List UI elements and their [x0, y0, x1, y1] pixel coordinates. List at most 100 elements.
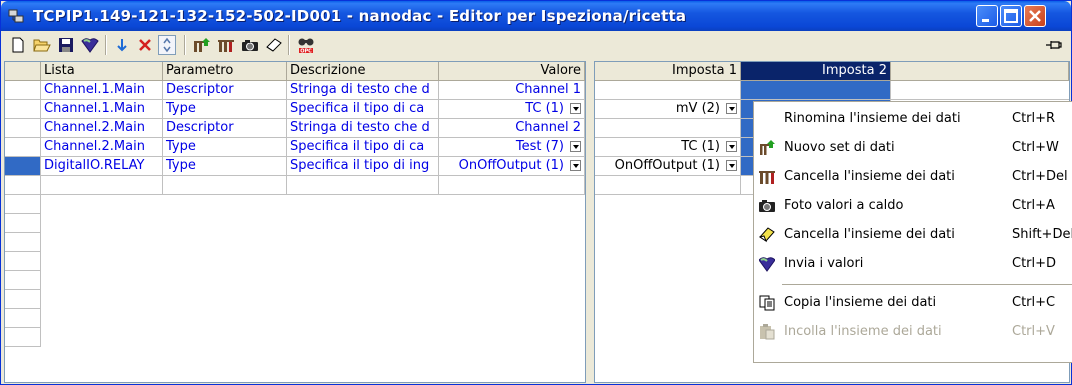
maximize-button[interactable] — [1000, 5, 1022, 27]
send-values-icon[interactable] — [80, 35, 100, 55]
empty-row — [5, 290, 585, 309]
delete-icon[interactable] — [135, 35, 155, 55]
empty-row — [5, 214, 585, 233]
cell-imposta-1[interactable]: TC (1) — [595, 138, 741, 157]
delete-dataset-icon[interactable] — [216, 35, 236, 55]
cell-parametro[interactable]: Descriptor — [163, 119, 287, 138]
menu-item-label: Cancella l'insieme dei dati — [784, 169, 955, 184]
menu-item-shortcut: Ctrl+D — [1012, 256, 1057, 271]
clear-icon[interactable] — [264, 35, 284, 55]
dropdown-arrow-icon[interactable] — [726, 103, 737, 114]
menu-item-shortcut: Ctrl+Del — [1012, 169, 1068, 184]
cell-valore[interactable]: Channel 2 — [439, 119, 585, 138]
menu-item-label: Incolla l'insieme dei dati — [784, 324, 942, 339]
copy-icon — [759, 295, 775, 311]
row-selector[interactable] — [5, 157, 41, 176]
cell-parametro[interactable]: Type — [163, 138, 287, 157]
save-icon[interactable] — [56, 35, 76, 55]
close-button[interactable] — [1024, 5, 1046, 27]
new-icon[interactable] — [8, 35, 28, 55]
camera-icon — [759, 198, 775, 214]
table-row[interactable]: Channel.1.Main Descriptor Stringa di testo… — [5, 81, 585, 100]
column-header-empty — [891, 62, 1069, 81]
column-header-lista[interactable]: Lista — [41, 62, 163, 81]
table-row[interactable]: Channel.2.Main Type Specifica il tipo di c… — [5, 138, 585, 157]
menu-item-1[interactable]: Rinomina l'insieme dei dati Ctrl+R — [754, 106, 1072, 132]
cell-valore[interactable]: TC (1) — [439, 100, 585, 119]
cell-lista[interactable]: DigitalIO.RELAY — [41, 157, 163, 176]
cell-parametro[interactable]: Descriptor — [163, 81, 287, 100]
cell-valore[interactable]: OnOffOutput (1) — [439, 157, 585, 176]
menu-item-3[interactable]: Cancella l'insieme dei dati Ctrl+Del — [754, 164, 1072, 190]
row-selector — [5, 233, 41, 252]
row-selector[interactable] — [5, 138, 41, 157]
column-header-imposta-1[interactable]: Imposta 1 — [595, 62, 741, 81]
cell-parametro[interactable]: Type — [163, 157, 287, 176]
empty-row — [5, 252, 585, 271]
dropdown-arrow-icon[interactable] — [570, 141, 581, 152]
cell-imposta-1[interactable] — [595, 119, 741, 138]
cell-valore[interactable]: Channel 1 — [439, 81, 585, 100]
column-header-imposta-2[interactable]: Imposta 2 — [741, 62, 891, 81]
cell-valore-text: OnOffOutput (1) — [458, 158, 564, 173]
cell-descrizione[interactable]: Specifica il tipo di ca — [287, 138, 439, 157]
menu-item-label: Foto valori a caldo — [784, 198, 904, 213]
table-row[interactable] — [595, 81, 1069, 100]
cell-descrizione[interactable]: Stringa di testo che d — [287, 81, 439, 100]
grid-header: Imposta 1 Imposta 2 — [595, 62, 1069, 81]
cell-lista[interactable]: Channel.1.Main — [41, 81, 163, 100]
empty-row — [5, 176, 585, 195]
title-bar[interactable]: TCPIP1.149-121-132-152-502-ID001 - nanod… — [1, 1, 1071, 31]
cell-imposta-1[interactable]: mV (2) — [595, 100, 741, 119]
cell-imposta-1[interactable] — [595, 81, 741, 100]
minimize-button[interactable] — [976, 5, 998, 27]
delete-dataset-icon — [759, 169, 775, 185]
column-header-descrizione[interactable]: Descrizione — [287, 62, 439, 81]
menu-item-7[interactable]: Copia l'insieme dei dati Ctrl+C — [754, 290, 1072, 316]
cell-imposta-2[interactable] — [741, 81, 891, 100]
dropdown-arrow-icon[interactable] — [726, 141, 737, 152]
cell-descrizione[interactable]: Specifica il tipo di ing — [287, 157, 439, 176]
sort-icon[interactable] — [158, 35, 176, 55]
empty-row — [5, 271, 585, 290]
menu-item-8: Incolla l'insieme dei dati Ctrl+V — [754, 319, 1072, 345]
opc-browse-icon[interactable]: OPC — [296, 35, 316, 55]
cell-empty — [439, 176, 585, 195]
column-header-parametro[interactable]: Parametro — [163, 62, 287, 81]
row-selector[interactable] — [5, 119, 41, 138]
menu-item-4[interactable]: Foto valori a caldo Ctrl+A — [754, 193, 1072, 219]
cell-imposta-1[interactable]: OnOffOutput (1) — [595, 157, 741, 176]
app-icon — [8, 9, 24, 23]
toolbar: OPC — [4, 31, 1068, 59]
table-row[interactable]: Channel.2.Main Descriptor Stringa di testo… — [5, 119, 585, 138]
pin-icon[interactable] — [1044, 35, 1064, 55]
open-icon[interactable] — [32, 35, 52, 55]
dropdown-arrow-icon[interactable] — [570, 160, 581, 171]
cell-imposta-1-text: OnOffOutput (1) — [614, 158, 720, 173]
cell-descrizione[interactable]: Specifica il tipo di ca — [287, 100, 439, 119]
table-row[interactable]: Channel.1.Main Type Specifica il tipo di c… — [5, 100, 585, 119]
row-selector[interactable] — [5, 81, 41, 100]
cell-valore[interactable]: Test (7) — [439, 138, 585, 157]
send-icon — [758, 256, 776, 272]
cell-lista[interactable]: Channel.2.Main — [41, 138, 163, 157]
cell-parametro[interactable]: Type — [163, 100, 287, 119]
row-selector[interactable] — [5, 100, 41, 119]
menu-item-5[interactable]: Cancella l'insieme dei dati Shift+Del — [754, 222, 1072, 248]
dropdown-arrow-icon[interactable] — [726, 160, 737, 171]
column-header-valore[interactable]: Valore — [439, 62, 585, 81]
cell-lista[interactable]: Channel.2.Main — [41, 119, 163, 138]
menu-item-6[interactable]: Invia i valori Ctrl+D — [754, 251, 1072, 277]
move-down-icon[interactable] — [112, 35, 132, 55]
table-row[interactable]: DigitalIO.RELAY Type Specifica il tipo di … — [5, 157, 585, 176]
cell-lista[interactable]: Channel.1.Main — [41, 100, 163, 119]
menu-item-2[interactable]: Nuovo set di dati Ctrl+W — [754, 135, 1072, 161]
cell-empty — [287, 176, 439, 195]
row-selector — [5, 290, 41, 309]
new-dataset-icon[interactable] — [192, 35, 212, 55]
dropdown-arrow-icon[interactable] — [570, 103, 581, 114]
recipe-parameters-grid: Lista Parametro Descrizione Valore Chann… — [4, 61, 586, 383]
menu-item-shortcut: Shift+Del — [1012, 227, 1072, 242]
cell-descrizione[interactable]: Stringa di testo che d — [287, 119, 439, 138]
snapshot-icon[interactable] — [240, 35, 260, 55]
